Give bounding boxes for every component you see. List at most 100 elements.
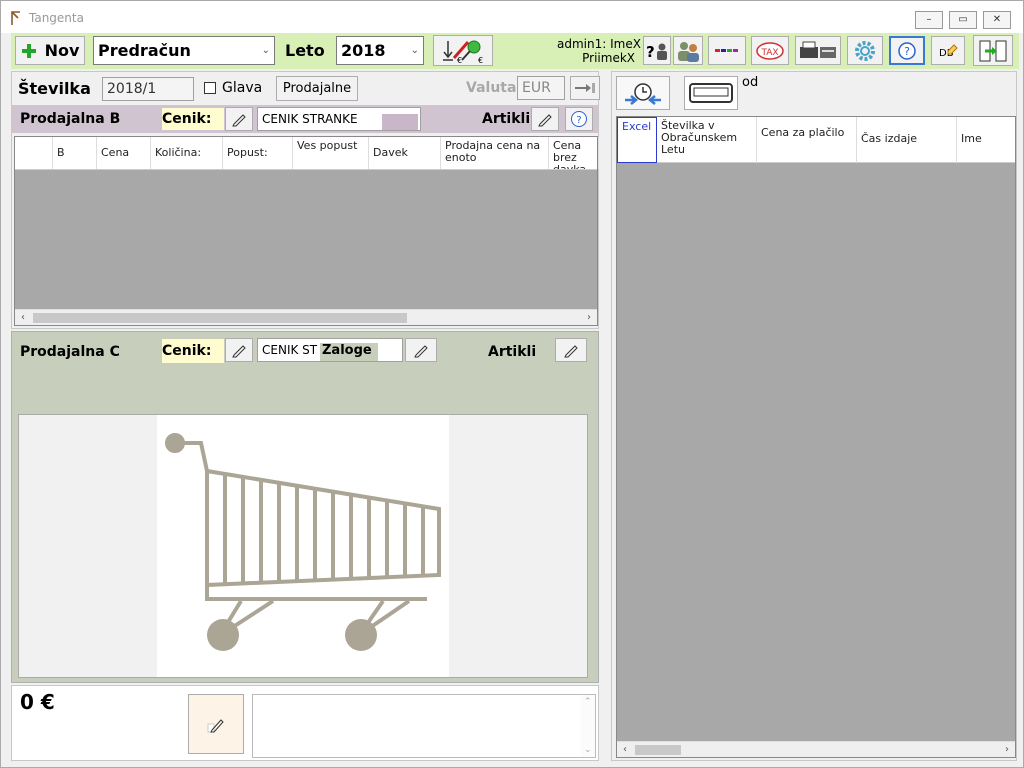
year-value: 2018	[341, 41, 386, 60]
store-b-grid-scrollbar[interactable]: ‹ ›	[15, 309, 597, 325]
new-document-button[interactable]: Nov	[15, 36, 85, 65]
store-b-pricelist-field[interactable]: CENIK STRANKE	[257, 107, 421, 131]
year-label: Leto	[285, 41, 325, 60]
invoice-edit-panel: Številka 2018/1 Glava Prodajalne Valuta …	[11, 71, 600, 329]
grid-header-tax[interactable]: Davek	[369, 137, 441, 169]
cart-area-left-pad	[19, 415, 157, 677]
excel-export-cell[interactable]: Excel	[617, 117, 657, 163]
grid-header-number-in-year[interactable]: Številka v Obračunskem Letu	[657, 117, 757, 163]
shopping-cart-area	[18, 414, 588, 678]
app-window: Tangenta – ▭ ✕ Nov Predračun ⌄ Leto 2018…	[0, 0, 1024, 768]
grid-header-name[interactable]: Ime	[957, 117, 1015, 163]
store-b-help-button[interactable]: ?	[565, 107, 593, 131]
time-filter-button[interactable]	[616, 76, 670, 110]
help-users-button[interactable]: ?	[643, 36, 671, 65]
window-title: Tangenta	[29, 11, 84, 25]
store-c-title: Prodajalna C	[20, 344, 120, 360]
grid-header-discount[interactable]: Popust:	[223, 137, 293, 169]
chevron-down-icon: ⌄	[261, 45, 270, 56]
store-c-panel: Prodajalna C Cenik: CENIK ST Zaloge Arti…	[11, 331, 599, 683]
tax-button[interactable]: TAX	[751, 36, 789, 65]
notes-edit-button[interactable]	[188, 694, 244, 754]
currency-label: Valuta	[466, 80, 517, 96]
grid-header-price-without-tax[interactable]: Cena brez davka	[549, 137, 599, 169]
grid-header-issue-time[interactable]: Čas izdaje	[857, 117, 957, 163]
print-button[interactable]	[795, 36, 841, 65]
stores-button[interactable]: Prodajalne	[276, 76, 358, 101]
chevron-right-icon[interactable]: ›	[581, 310, 597, 326]
receipt-icon	[689, 83, 733, 103]
currency-field[interactable]: EUR	[517, 76, 565, 100]
currency-select-button[interactable]	[570, 76, 600, 100]
stock-label: Zaloge	[320, 343, 378, 361]
minimize-button[interactable]: –	[915, 11, 943, 29]
store-c-pricelist-edit-button[interactable]	[225, 338, 253, 362]
svg-text:?: ?	[576, 115, 581, 126]
grid-header-price[interactable]: Cena	[97, 137, 151, 169]
store-c-pricelist-field[interactable]: CENIK ST Zaloge	[257, 338, 403, 362]
chevron-left-icon[interactable]: ‹	[617, 742, 633, 758]
invoice-footer: 0 € ⌃ ⌄	[11, 685, 599, 761]
grid-header-amount-due[interactable]: Cena za plačilo	[757, 117, 857, 163]
maximize-button[interactable]: ▭	[949, 11, 977, 29]
svg-text:?: ?	[646, 43, 655, 61]
store-c-stock-edit-button[interactable]	[405, 338, 437, 362]
store-b-bar: Prodajalna B Cenik: CENIK STRANKE Artikl…	[12, 105, 598, 133]
help-button[interactable]: ?	[889, 36, 925, 65]
pencil-icon	[538, 114, 552, 127]
store-b-pricelist-edit-button[interactable]	[225, 107, 253, 131]
exit-button[interactable]	[973, 35, 1013, 66]
notes-textarea[interactable]: ⌃ ⌄	[252, 694, 596, 758]
settings-button[interactable]	[847, 36, 883, 65]
svg-text:?: ?	[904, 45, 910, 58]
pencil-icon	[414, 345, 428, 358]
document-type-select[interactable]: Predračun ⌄	[93, 36, 275, 65]
store-b-items-label: Artikli	[482, 111, 531, 127]
app-logo-icon	[11, 11, 20, 25]
store-c-items-label: Artikli	[488, 344, 537, 360]
chevron-right-icon[interactable]: ›	[999, 742, 1015, 758]
tax-icon-label: TAX	[760, 48, 778, 58]
help-icon: ?	[571, 111, 587, 127]
notes-scrollbar[interactable]: ⌃ ⌄	[581, 695, 595, 757]
user-name-line1: admin1: ImeX	[557, 37, 641, 51]
users-button[interactable]	[673, 36, 703, 65]
close-button[interactable]: ✕	[983, 11, 1011, 29]
store-b-title: Prodajalna B	[20, 111, 121, 127]
invoice-list-scrollbar[interactable]: ‹ ›	[617, 741, 1015, 757]
question-user-icon: ?	[646, 43, 667, 61]
currency-exchange-button[interactable]: € €	[433, 35, 493, 66]
svg-text:€: €	[457, 56, 462, 64]
store-b-pricelist-label: Cenik:	[162, 108, 224, 130]
chevron-left-icon[interactable]: ‹	[15, 310, 31, 326]
cart-area-right-pad	[449, 415, 587, 677]
users-icon	[678, 41, 699, 62]
shopping-cart-icon	[165, 433, 441, 651]
store-b-items-edit-button[interactable]	[531, 107, 559, 131]
color-strip-icon	[715, 48, 738, 52]
chevron-down-icon: ⌄	[410, 45, 419, 56]
user-name-line2: PriimekX	[582, 51, 635, 65]
head-checkbox[interactable]	[204, 82, 216, 94]
grid-header-b[interactable]: B	[53, 137, 97, 169]
pencil-icon	[564, 345, 578, 358]
database-button[interactable]: DB	[931, 36, 965, 65]
scrollbar-thumb[interactable]	[33, 313, 407, 323]
grid-header-quantity[interactable]: Količina:	[151, 137, 223, 169]
chevron-down-icon[interactable]: ⌄	[584, 745, 592, 755]
barcode-button[interactable]	[708, 36, 746, 65]
printer-icon	[800, 41, 836, 58]
chevron-up-icon[interactable]: ⌃	[584, 697, 592, 707]
receipt-printer-button[interactable]	[684, 76, 738, 110]
grid-header-unit-price[interactable]: Prodajna cena na enoto	[441, 137, 549, 169]
scrollbar-thumb[interactable]	[635, 745, 681, 755]
store-c-pricelist-value: CENIK ST	[262, 343, 318, 357]
tax-icon: TAX	[756, 41, 784, 60]
grid-header-total-discount[interactable]: Ves popust	[293, 137, 369, 169]
invoice-list-grid: Excel Številka v Obračunskem Letu Cena z…	[616, 116, 1016, 758]
main-toolbar: Nov Predračun ⌄ Leto 2018 ⌄ € € admin1: …	[11, 33, 1019, 69]
database-icon: DB	[939, 43, 958, 59]
invoice-number-field[interactable]: 2018/1	[102, 77, 194, 101]
store-c-items-edit-button[interactable]	[555, 338, 587, 362]
year-select[interactable]: 2018 ⌄	[336, 36, 424, 65]
